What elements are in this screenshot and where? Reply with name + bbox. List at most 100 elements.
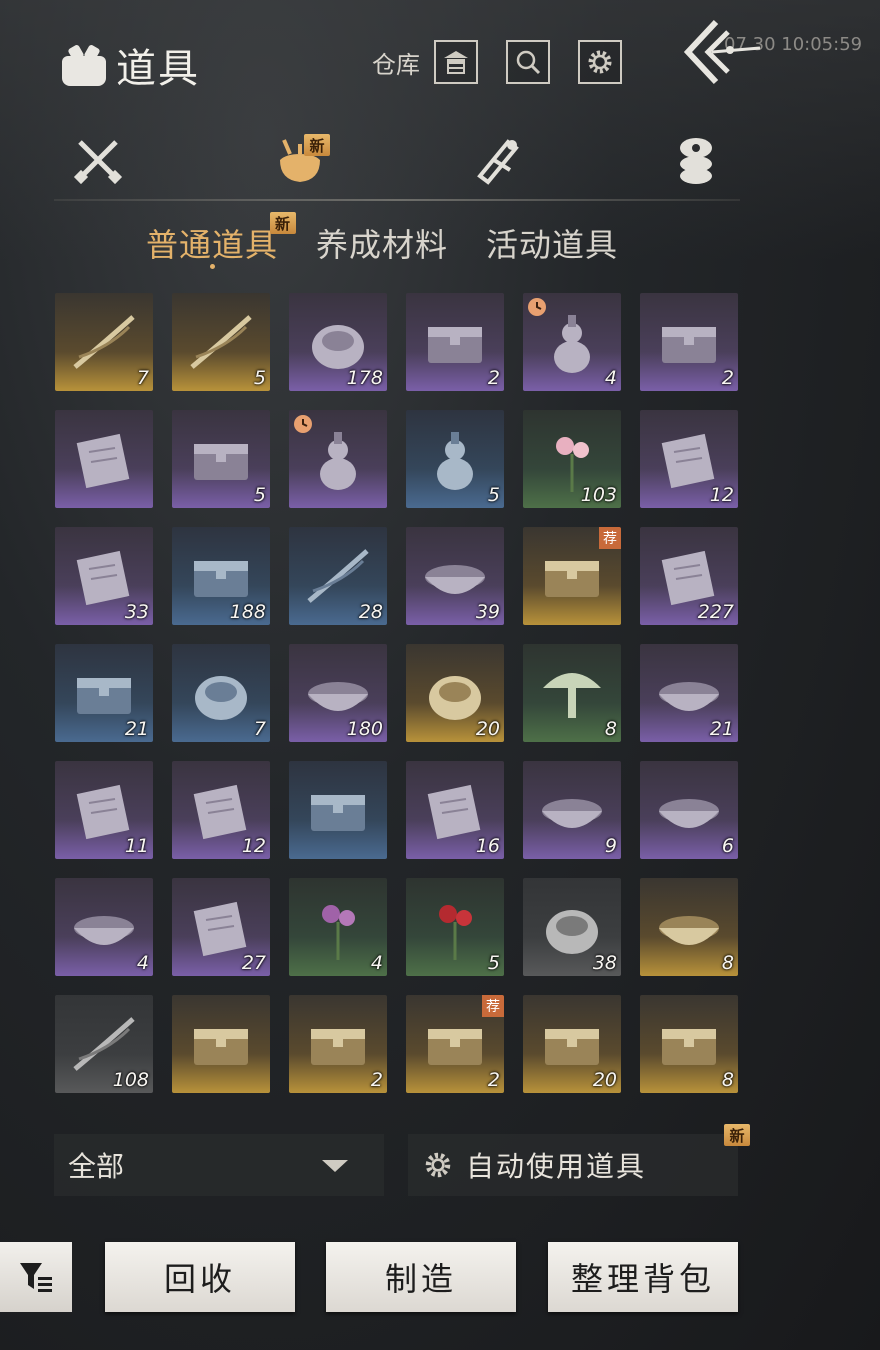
search-button[interactable]	[506, 40, 550, 84]
category-dropdown[interactable]: 全部	[54, 1134, 384, 1196]
item-count: 28	[358, 601, 383, 623]
inventory-slot[interactable]: 5	[406, 878, 504, 976]
inventory-slot[interactable]: 12	[172, 761, 270, 859]
stew-pot-icon	[659, 799, 719, 828]
inventory-slot[interactable]: 7	[172, 644, 270, 742]
item-count: 7	[253, 718, 266, 740]
inventory-slot[interactable]: 5	[172, 293, 270, 391]
inventory-slot[interactable]: 荐	[523, 527, 621, 625]
category-items[interactable]: 新	[270, 130, 330, 190]
item-count: 108	[112, 1069, 149, 1091]
inventory-slot[interactable]: 16	[406, 761, 504, 859]
item-count: 33	[124, 601, 149, 623]
category-weapons[interactable]	[68, 130, 128, 190]
item-count: 8	[721, 952, 734, 974]
teapot-icon	[437, 432, 473, 490]
tab-growth-materials[interactable]: 养成材料	[316, 220, 448, 266]
sort-bag-button[interactable]: 整理背包	[548, 1242, 738, 1312]
heart-chest-icon	[428, 1029, 482, 1065]
item-count: 188	[229, 601, 266, 623]
category-currency[interactable]	[666, 130, 726, 190]
item-count: 8	[604, 718, 617, 740]
item-count: 21	[709, 718, 734, 740]
new-badge: 新	[304, 134, 330, 156]
gear-icon	[588, 50, 612, 74]
action-bar: 回收 制造 整理背包	[0, 1242, 880, 1312]
inventory-slot[interactable]: 2	[406, 293, 504, 391]
warehouse-label: 仓库	[372, 50, 420, 79]
item-count: 178	[346, 367, 383, 389]
inventory-slot[interactable]: 20	[406, 644, 504, 742]
warehouse-button[interactable]	[434, 40, 478, 84]
ceramic-jar-icon	[195, 676, 247, 720]
dropdown-value: 全部	[68, 1150, 125, 1183]
inventory-slot[interactable]: 178	[289, 293, 387, 391]
item-count: 12	[241, 835, 266, 857]
inventory-slot[interactable]: 103	[523, 410, 621, 508]
ink-ship-icon	[73, 315, 135, 369]
inventory-slot[interactable]: 28	[289, 527, 387, 625]
inventory-slot[interactable]: 5	[172, 410, 270, 508]
item-count: 5	[487, 484, 500, 506]
inventory-slot[interactable]: 8	[640, 878, 738, 976]
item-count: 38	[592, 952, 617, 974]
inventory-slot[interactable]: 荐2	[406, 995, 504, 1093]
inventory-slot[interactable]: 188	[172, 527, 270, 625]
recycle-button[interactable]: 回收	[105, 1242, 295, 1312]
inventory-slot[interactable]: 4	[289, 878, 387, 976]
inventory-slot[interactable]: 7	[55, 293, 153, 391]
inventory-slot[interactable]: 12	[640, 410, 738, 508]
purple-flower-icon	[322, 905, 355, 960]
inventory-slot[interactable]: 6	[640, 761, 738, 859]
item-count: 180	[346, 718, 383, 740]
gift-box-icon	[311, 795, 365, 831]
item-count: 103	[580, 484, 617, 506]
scroll-icon	[477, 139, 519, 185]
item-count: 9	[604, 835, 617, 857]
new-badge: 新	[724, 1124, 750, 1146]
inventory-slot[interactable]: 11	[55, 761, 153, 859]
heart-chest-icon	[311, 1029, 365, 1065]
inventory-slot[interactable]: 8	[523, 644, 621, 742]
tab-event-items[interactable]: 活动道具	[486, 220, 618, 266]
inventory-slot[interactable]	[289, 410, 387, 508]
inventory-slot[interactable]: 2	[289, 995, 387, 1093]
inventory-slot[interactable]: 227	[640, 527, 738, 625]
inventory-slot[interactable]	[289, 761, 387, 859]
chest-pair-icon	[428, 327, 482, 363]
filter-funnel-icon	[20, 1263, 52, 1292]
recommend-badge: 荐	[599, 527, 621, 549]
inventory-slot[interactable]: 108	[55, 995, 153, 1093]
inventory-slot[interactable]	[55, 410, 153, 508]
item-count: 4	[136, 952, 149, 974]
inventory-slot[interactable]: 27	[172, 878, 270, 976]
settings-button[interactable]	[578, 40, 622, 84]
inventory-slot[interactable]: 38	[523, 878, 621, 976]
item-count: 4	[370, 952, 383, 974]
tab-common-items[interactable]: 普通道具 新	[146, 212, 296, 269]
auto-use-button[interactable]: 自动使用道具 新	[408, 1124, 750, 1196]
inventory-slot[interactable]: 4	[55, 878, 153, 976]
tab-label: 养成材料	[316, 226, 449, 264]
inventory-slot[interactable]	[172, 995, 270, 1093]
inventory-slot[interactable]: 5	[406, 410, 504, 508]
item-count: 2	[487, 367, 500, 389]
sort-filter-button[interactable]	[0, 1242, 72, 1312]
inventory-slot[interactable]: 20	[523, 995, 621, 1093]
search-icon	[516, 50, 541, 75]
subtab-bar: 普通道具 新 养成材料 活动道具	[146, 212, 656, 269]
inventory-slot[interactable]: 33	[55, 527, 153, 625]
inventory-slot[interactable]: 4	[523, 293, 621, 391]
auto-use-label: 自动使用道具	[466, 1150, 647, 1183]
inventory-slot[interactable]: 9	[523, 761, 621, 859]
inventory-slot[interactable]: 21	[640, 644, 738, 742]
category-scrolls[interactable]	[466, 130, 526, 190]
back-button[interactable]	[682, 18, 762, 88]
inventory-slot[interactable]: 180	[289, 644, 387, 742]
inventory-slot[interactable]: 21	[55, 644, 153, 742]
inventory-slot[interactable]: 8	[640, 995, 738, 1093]
inventory-slot[interactable]: 39	[406, 527, 504, 625]
inventory-slot[interactable]: 2	[640, 293, 738, 391]
item-count: 5	[253, 484, 266, 506]
craft-button[interactable]: 制造	[326, 1242, 516, 1312]
